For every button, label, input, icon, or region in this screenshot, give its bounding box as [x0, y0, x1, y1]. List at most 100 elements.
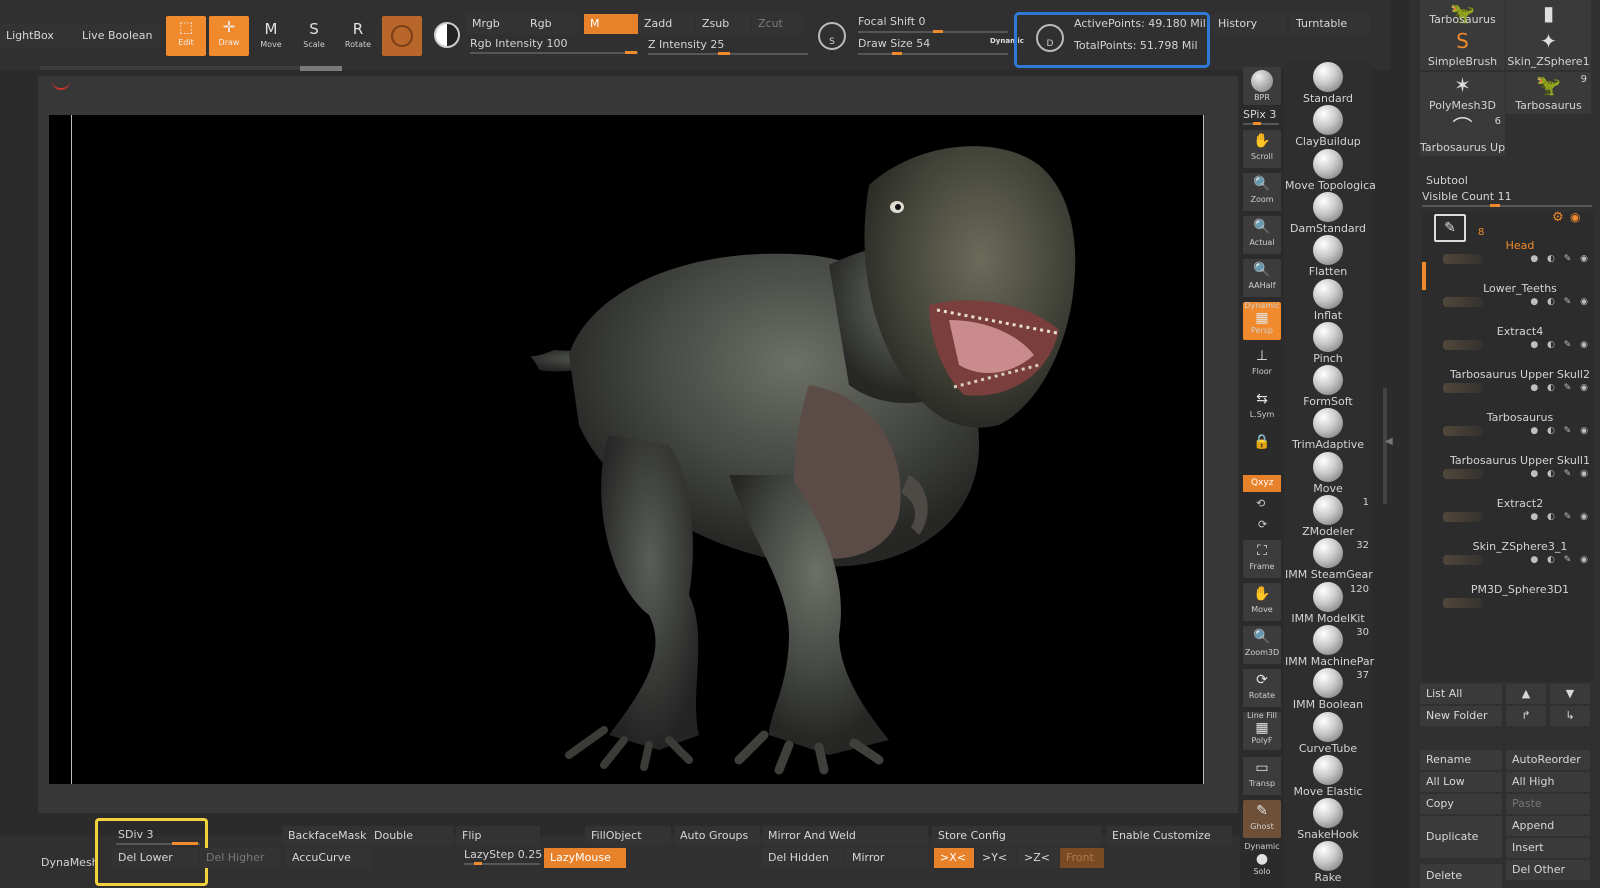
subtool-visibility-controls[interactable]: ● ◐ ✎ ◉ [1530, 512, 1591, 522]
subtool-visibility-controls[interactable]: ● ◐ ✎ ◉ [1530, 254, 1591, 264]
auto-reorder-button[interactable]: AutoReorder [1506, 750, 1590, 770]
delete-button[interactable]: Delete [1420, 864, 1502, 888]
color-picker[interactable] [430, 18, 464, 52]
ghost-button[interactable]: ✎ Ghost [1243, 800, 1281, 838]
move-tool-button[interactable]: M Move [251, 18, 291, 56]
persp-button[interactable]: Dynamic ▦ Persp [1243, 302, 1281, 340]
move-view-button[interactable]: ✋ Move [1243, 583, 1281, 621]
brush-move[interactable]: Move [1285, 451, 1371, 496]
brush-snakehook[interactable]: SnakeHook [1285, 798, 1371, 842]
frame-button[interactable]: ⛶ Frame [1243, 540, 1281, 578]
rgb-intensity-slider[interactable] [470, 52, 638, 54]
brush-imm-machinepar[interactable]: IMM MachinePar 30 [1285, 624, 1374, 669]
brush-imm-modelkit[interactable]: IMM ModelKit 120 [1285, 581, 1371, 626]
zoom-button[interactable]: 🔍 Zoom [1243, 173, 1281, 211]
actual-button[interactable]: 🔍 Actual [1243, 216, 1281, 254]
aahalf-button[interactable]: 🔍 AAHalf [1243, 259, 1281, 297]
scale-tool-button[interactable]: S Scale [294, 18, 334, 56]
spix-slider[interactable] [1243, 123, 1279, 125]
move-up-icon[interactable]: ▲ [1506, 684, 1546, 704]
subtool-visibility-controls[interactable]: ● ◐ ✎ ◉ [1530, 469, 1591, 479]
tool-thumb-tarbosaurus[interactable]: 🦖 9 Tarbosaurus [1506, 72, 1591, 114]
brush-trimadaptive[interactable]: TrimAdaptive [1285, 408, 1371, 452]
subtool-visibility-controls[interactable]: ● ◐ ✎ ◉ [1530, 555, 1591, 565]
brush-imm-steamgear[interactable]: IMM SteamGear 32 [1285, 538, 1373, 582]
indent-icon[interactable]: ↱ [1506, 706, 1546, 726]
brush-move-topologica[interactable]: Move Topologica [1285, 148, 1376, 193]
tool-thumb-skin-zsphere1[interactable]: ✦ Skin_ZSphere1 [1506, 28, 1591, 70]
insert-button[interactable]: Insert [1506, 838, 1590, 858]
xyz-button[interactable]: Qxyz [1243, 475, 1281, 492]
brush-damstandard[interactable]: DamStandard [1285, 191, 1371, 236]
3d-viewport[interactable] [49, 115, 1204, 784]
tab-strip-thumb[interactable] [300, 66, 342, 71]
all-high-button[interactable]: All High [1506, 772, 1590, 792]
del-hidden-button[interactable]: Del Hidden [762, 848, 844, 868]
flip-button[interactable]: Flip [456, 826, 540, 846]
draw-size-slider[interactable] [858, 53, 1008, 55]
subtool-item-tarbosaurus[interactable]: Tarbosaurus ● ◐ ✎ ◉ [1443, 408, 1595, 450]
lightbox-button[interactable]: LightBox [0, 24, 75, 48]
x-symmetry-button[interactable]: >X< [934, 848, 974, 868]
brush-pinch[interactable]: Pinch [1285, 321, 1371, 366]
zoom3d-button[interactable]: 🔍 Zoom3D [1243, 626, 1281, 664]
subtool-item-pm3d-sphere3d1[interactable]: PM3D_Sphere3D1 [1443, 580, 1595, 622]
subtool-item-head[interactable]: Head ● ◐ ✎ ◉ [1443, 236, 1595, 278]
accucurve-button[interactable]: AccuCurve [286, 848, 372, 868]
subtool-scrollbar[interactable] [1422, 262, 1426, 290]
history-button[interactable]: History [1212, 14, 1286, 34]
gear-icon[interactable]: ⚙ [1552, 210, 1564, 225]
zcut-button[interactable]: Zcut [752, 14, 804, 34]
eye-icon[interactable]: ◉ [1570, 210, 1580, 224]
rgb-button[interactable]: Rgb [524, 14, 580, 34]
append-button[interactable]: Append [1506, 816, 1590, 836]
transp-button[interactable]: ▭ Transp [1243, 757, 1281, 795]
double-button[interactable]: Double [368, 826, 454, 846]
tool-thumb-tarbosaurus-upp[interactable]: ⌒ 6 Tarbosaurus Upp [1420, 114, 1505, 156]
all-low-button[interactable]: All Low [1420, 772, 1502, 792]
lock-button[interactable]: 🔒 [1243, 431, 1281, 469]
m-button[interactable]: M [584, 14, 638, 34]
subtool-item-extract4[interactable]: Extract4 ● ◐ ✎ ◉ [1443, 322, 1595, 364]
rename-button[interactable]: Rename [1420, 750, 1502, 770]
front-button[interactable]: Front [1060, 848, 1104, 868]
draw-tool-button[interactable]: ✛ Draw [209, 16, 249, 56]
subtool-item-lower-teeths[interactable]: Lower_Teeths ● ◐ ✎ ◉ [1443, 279, 1595, 321]
polyf-button[interactable]: Line Fill ▦ PolyF [1243, 712, 1281, 750]
rotate-y-icon[interactable]: ⟲ [1256, 497, 1265, 510]
lazymouse-button[interactable]: LazyMouse [544, 848, 626, 868]
tool-thumb-simplebrush[interactable]: S SimpleBrush [1420, 28, 1505, 70]
enable-customize-button[interactable]: Enable Customize [1106, 826, 1232, 846]
brush-rake[interactable]: Rake [1285, 841, 1371, 885]
brush-standard[interactable]: Standard [1285, 62, 1371, 106]
subtool-visibility-controls[interactable]: ● ◐ ✎ ◉ [1530, 340, 1591, 350]
fill-object-button[interactable]: FillObject [585, 826, 671, 846]
edit-tool-button[interactable]: ⬚ Edit [166, 16, 206, 56]
bpr-button[interactable]: BPR [1243, 67, 1281, 105]
sculptris-s-icon[interactable]: S [818, 22, 846, 50]
subtool-item-tarbosaurus-upper-skull1[interactable]: Tarbosaurus Upper Skull1 ● ◐ ✎ ◉ [1443, 451, 1595, 493]
subtool-item-skin-zsphere3-1[interactable]: Skin_ZSphere3_1 ● ◐ ✎ ◉ [1443, 537, 1595, 579]
material-swatch[interactable] [382, 16, 422, 56]
del-higher-button[interactable]: Del Higher [200, 848, 280, 868]
live-boolean-button[interactable]: Live Boolean [76, 24, 161, 48]
solo-button[interactable]: Dynamic ● Solo [1243, 843, 1281, 883]
tool-thumb-tarbosaurus[interactable]: 🦖 Tarbosaurus [1420, 0, 1505, 28]
del-other-button[interactable]: Del Other [1506, 860, 1590, 880]
z-symmetry-button[interactable]: >Z< [1018, 848, 1058, 868]
tool-thumb-polymesh3d[interactable]: ✶ PolyMesh3D [1420, 72, 1505, 114]
del-lower-button[interactable]: Del Lower [112, 848, 198, 868]
tarbosaurus-model[interactable] [49, 115, 1204, 784]
mirror-and-weld-button[interactable]: Mirror And Weld [762, 826, 928, 846]
floor-button[interactable]: ⊥ Floor [1243, 345, 1281, 383]
brush-inflat[interactable]: Inflat [1285, 278, 1371, 323]
duplicate-button[interactable]: Duplicate [1420, 816, 1502, 858]
brush-move-elastic[interactable]: Move Elastic [1285, 754, 1371, 799]
store-config-button[interactable]: Store Config [932, 826, 1102, 846]
brush-imm-boolean[interactable]: IMM Boolean 37 [1285, 668, 1371, 712]
subtool-visibility-controls[interactable]: ● ◐ ✎ ◉ [1530, 297, 1591, 307]
collapse-arrow-icon[interactable]: ◀ [1385, 436, 1393, 447]
mirror-button[interactable]: Mirror [846, 848, 928, 868]
rotate-view-button[interactable]: ⟳ Rotate [1243, 669, 1281, 707]
dynamic-d-icon[interactable]: D [1036, 24, 1064, 52]
